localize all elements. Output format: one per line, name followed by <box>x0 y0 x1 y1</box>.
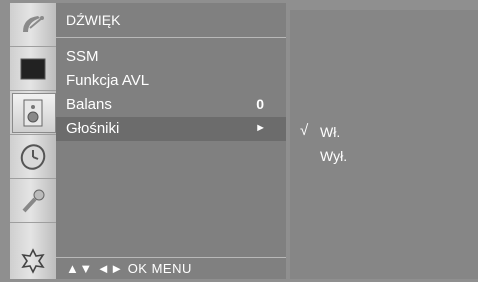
menu-item-balance[interactable]: Balans 0 <box>56 93 286 117</box>
menu-item-label: Balans <box>66 96 112 113</box>
clock-icon <box>20 143 46 170</box>
menu-item-speakers[interactable]: Głośniki ► <box>56 117 286 141</box>
time-category[interactable] <box>10 135 56 179</box>
menu-item-ssm[interactable]: SSM <box>56 45 286 69</box>
speakers-submenu-panel: √ Wł. Wył. <box>290 10 478 279</box>
menu-item-label: SSM <box>66 48 99 65</box>
option-category[interactable] <box>10 223 56 279</box>
submenu-arrow-icon: ► <box>255 122 266 134</box>
navigation-hint: ▲▼ ◄► OK MENU <box>66 261 192 276</box>
menu-category-bar <box>10 3 56 279</box>
option-on[interactable]: Wł. <box>320 124 340 140</box>
sound-category[interactable] <box>10 91 56 135</box>
picture-category[interactable] <box>10 47 56 91</box>
setup-category[interactable] <box>10 3 56 47</box>
key-icon <box>22 189 45 212</box>
picture-icon <box>20 58 46 79</box>
satellite-dish-icon <box>23 15 44 32</box>
lock-category[interactable] <box>10 179 56 223</box>
menu-item-label: Funkcja AVL <box>66 72 150 89</box>
check-mark-icon: √ <box>300 122 309 139</box>
menu-item-avl[interactable]: Funkcja AVL <box>56 69 286 93</box>
menu-title: DŹWIĘK <box>66 12 121 28</box>
menu-item-label: Głośniki <box>66 120 120 137</box>
sound-menu-panel: DŹWIĘK SSM Funkcja AVL Balans 0 Głośniki… <box>56 3 286 279</box>
navigation-hint-bar: ▲▼ ◄► OK MENU <box>56 257 286 280</box>
settings-icon <box>21 248 45 274</box>
option-off[interactable]: Wył. <box>320 148 347 164</box>
balance-value: 0 <box>256 96 264 112</box>
sound-speaker-icon <box>23 99 43 126</box>
menu-title-bar: DŹWIĘK <box>56 3 286 38</box>
